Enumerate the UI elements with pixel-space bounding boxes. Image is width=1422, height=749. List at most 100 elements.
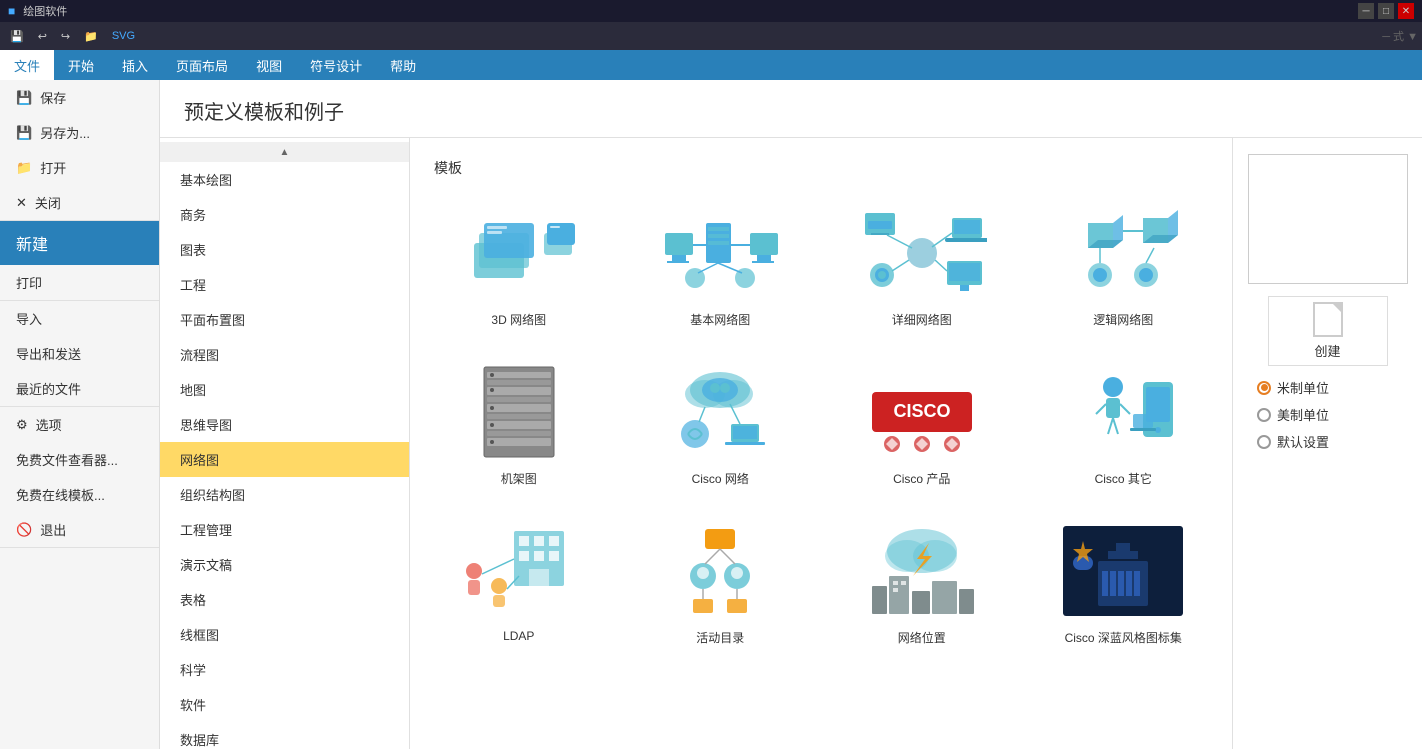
- toolbar-extra: ─ 式 ▼: [1382, 28, 1418, 44]
- template-active-directory[interactable]: 活动目录: [628, 512, 814, 655]
- template-cisco-other[interactable]: Cisco 其它: [1031, 353, 1217, 496]
- sidebar-new[interactable]: 新建: [0, 221, 159, 265]
- window-controls: ─ □ ✕: [1358, 3, 1414, 19]
- create-button[interactable]: 创建: [1268, 296, 1388, 366]
- open-icon: 📁: [16, 160, 32, 176]
- category-mindmap[interactable]: 思维导图: [160, 407, 409, 442]
- template-svg-basic-network: [655, 203, 785, 303]
- create-label: 创建: [1314, 341, 1340, 360]
- radio-imperial[interactable]: 美制单位: [1257, 405, 1329, 424]
- template-thumb-rack: [454, 362, 584, 462]
- template-3d-network[interactable]: 3D 网络图: [426, 194, 612, 337]
- sidebar-export[interactable]: 导出和发送: [0, 336, 159, 371]
- toolbar-redo-btn[interactable]: ↪: [55, 25, 76, 47]
- template-svg-logical-network: [1058, 203, 1188, 303]
- template-ldap[interactable]: LDAP: [426, 512, 612, 655]
- radio-default[interactable]: 默认设置: [1257, 432, 1329, 451]
- sidebar-recent[interactable]: 最近的文件: [0, 371, 159, 406]
- sidebar-file-ops: 💾 保存 💾 另存为... 📁 打开 ✕ 关闭: [0, 80, 159, 221]
- template-label-basic-network: 基本网络图: [690, 311, 750, 328]
- template-thumb-ldap: [454, 521, 584, 621]
- template-rack[interactable]: 机架图: [426, 353, 612, 496]
- main-container: 💾 保存 💾 另存为... 📁 打开 ✕ 关闭 新建 打印: [0, 80, 1422, 749]
- template-label-ldap: LDAP: [503, 629, 534, 643]
- template-svg-rack: [454, 362, 584, 462]
- template-thumb-3d-network: [454, 203, 584, 303]
- category-database[interactable]: 数据库: [160, 722, 409, 749]
- toolbar-save-btn[interactable]: 💾: [4, 25, 30, 47]
- sidebar-save[interactable]: 💾 保存: [0, 80, 159, 115]
- category-org[interactable]: 组织结构图: [160, 477, 409, 512]
- sidebar-online[interactable]: 免费在线模板...: [0, 477, 159, 512]
- template-label-active-directory: 活动目录: [696, 629, 744, 646]
- sidebar-open[interactable]: 📁 打开: [0, 150, 159, 185]
- menu-bar: 文件 开始 插入 页面布局 视图 符号设计 帮助: [0, 50, 1422, 80]
- maximize-button[interactable]: □: [1378, 3, 1394, 19]
- sidebar-options[interactable]: ⚙ 选项: [0, 407, 159, 442]
- category-business[interactable]: 商务: [160, 197, 409, 232]
- toolbar-svg-btn[interactable]: SVG: [106, 25, 141, 47]
- template-svg-network-location: [857, 521, 987, 621]
- template-detailed-network[interactable]: 详细网络图: [829, 194, 1015, 337]
- menu-start[interactable]: 开始: [54, 50, 108, 80]
- menu-layout[interactable]: 页面布局: [162, 50, 242, 80]
- category-software[interactable]: 软件: [160, 687, 409, 722]
- template-cisco-dark[interactable]: Cisco 深蓝风格图标集: [1031, 512, 1217, 655]
- template-basic-network[interactable]: 基本网络图: [628, 194, 814, 337]
- close-button[interactable]: ✕: [1398, 3, 1414, 19]
- template-logical-network[interactable]: 逻辑网络图: [1031, 194, 1217, 337]
- category-network[interactable]: 网络图: [160, 442, 409, 477]
- units-radio-group: 米制单位 美制单位 默认设置: [1249, 378, 1329, 451]
- category-science[interactable]: 科学: [160, 652, 409, 687]
- template-area: ▲ 基本绘图 商务 图表 工程 平面布置图 流程图 地图 思维导图 网络图 组织…: [160, 138, 1422, 749]
- category-map[interactable]: 地图: [160, 372, 409, 407]
- menu-symbol[interactable]: 符号设计: [296, 50, 376, 80]
- template-thumb-cisco-dark: [1058, 521, 1188, 621]
- toolbar-open-btn[interactable]: 📁: [78, 25, 104, 47]
- radio-default-label: 默认设置: [1277, 432, 1329, 451]
- template-items: 3D 网络图: [426, 194, 1216, 655]
- sidebar-new-section: 新建 打印: [0, 221, 159, 301]
- template-cisco-product[interactable]: CISCO Cisco 产品: [829, 353, 1015, 496]
- template-thumb-logical-network: [1058, 203, 1188, 303]
- menu-insert[interactable]: 插入: [108, 50, 162, 80]
- sidebar-exit[interactable]: 🚫 退出: [0, 512, 159, 547]
- category-flowchart[interactable]: 流程图: [160, 337, 409, 372]
- category-engineering[interactable]: 工程: [160, 267, 409, 302]
- radio-metric[interactable]: 米制单位: [1257, 378, 1329, 397]
- category-basic-drawing[interactable]: 基本绘图: [160, 162, 409, 197]
- menu-view[interactable]: 视图: [242, 50, 296, 80]
- template-thumb-basic-network: [655, 203, 785, 303]
- exit-icon: 🚫: [16, 522, 32, 538]
- preview-box: [1248, 154, 1408, 284]
- category-floorplan[interactable]: 平面布置图: [160, 302, 409, 337]
- sidebar-viewer[interactable]: 免费文件查看器...: [0, 442, 159, 477]
- template-grid: 模板: [410, 138, 1232, 749]
- template-svg-cisco-network: [655, 362, 785, 462]
- minimize-button[interactable]: ─: [1358, 3, 1374, 19]
- template-thumb-network-location: [857, 521, 987, 621]
- category-presentation[interactable]: 演示文稿: [160, 547, 409, 582]
- content-area: 预定义模板和例子 ▲ 基本绘图 商务 图表 工程 平面布置图 流程图 地图 思维…: [160, 80, 1422, 749]
- template-cisco-network[interactable]: Cisco 网络: [628, 353, 814, 496]
- template-network-location[interactable]: 网络位置: [829, 512, 1015, 655]
- close-file-icon: ✕: [16, 195, 27, 211]
- category-pm[interactable]: 工程管理: [160, 512, 409, 547]
- template-label-cisco-dark: Cisco 深蓝风格图标集: [1065, 629, 1182, 646]
- category-table[interactable]: 表格: [160, 582, 409, 617]
- right-panel: 创建 米制单位 美制单位 默认设置: [1232, 138, 1422, 749]
- template-thumb-detailed-network: [857, 203, 987, 303]
- sidebar-save-as[interactable]: 💾 另存为...: [0, 115, 159, 150]
- sidebar-close[interactable]: ✕ 关闭: [0, 185, 159, 220]
- sidebar-import[interactable]: 导入: [0, 301, 159, 336]
- create-doc-icon: [1313, 302, 1343, 337]
- category-chart[interactable]: 图表: [160, 232, 409, 267]
- category-scroll-up[interactable]: ▲: [160, 142, 409, 162]
- menu-help[interactable]: 帮助: [376, 50, 430, 80]
- title-text: 绘图软件: [23, 3, 67, 19]
- menu-file[interactable]: 文件: [0, 50, 54, 80]
- toolbar-undo-btn[interactable]: ↩: [32, 25, 53, 47]
- category-wireframe[interactable]: 线框图: [160, 617, 409, 652]
- radio-default-indicator: [1257, 435, 1271, 449]
- sidebar-print[interactable]: 打印: [0, 265, 159, 300]
